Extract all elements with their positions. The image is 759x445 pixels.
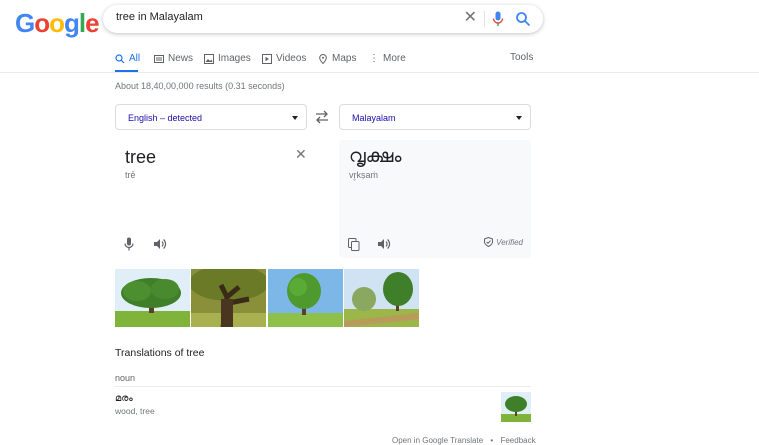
source-text-panel[interactable]: tree trē ✕ (115, 140, 307, 258)
verified-shield-icon (484, 237, 494, 247)
footer-links: Open in Google Translate • Feedback (392, 436, 536, 445)
target-language-label: Malayalam (352, 113, 396, 123)
logo-letter: g (64, 8, 80, 38)
tree-image (115, 269, 190, 327)
footer-separator: • (490, 436, 494, 445)
tools-button[interactable]: Tools (510, 52, 533, 63)
verified-badge[interactable]: Verified (484, 237, 523, 247)
tree-image (501, 392, 531, 422)
tab-images[interactable]: Images (204, 53, 251, 64)
tab-label: More (383, 53, 406, 64)
open-in-translate-link[interactable]: Open in Google Translate (392, 436, 483, 445)
tab-news[interactable]: News (154, 53, 193, 64)
logo-letter: G (15, 8, 35, 38)
tab-more[interactable]: ⋮ More (369, 53, 406, 64)
image-thumbnail[interactable] (344, 269, 419, 327)
news-icon (154, 54, 164, 63)
search-input[interactable]: tree in Malayalam (116, 11, 203, 23)
speaker-icon[interactable] (377, 238, 391, 250)
tab-label: Images (218, 53, 251, 64)
dropdown-arrow-icon (516, 116, 522, 120)
tree-image (344, 269, 419, 327)
search-divider (484, 11, 485, 27)
video-icon (262, 53, 272, 64)
mic-icon[interactable] (491, 11, 505, 27)
image-thumbnail[interactable] (268, 269, 343, 327)
logo-letter: o (34, 8, 50, 38)
translation-entry-thumbnail[interactable] (501, 392, 531, 422)
tab-label: Maps (332, 53, 357, 64)
tree-image (268, 269, 343, 327)
translations-title: Translations of tree (115, 347, 205, 359)
source-language-label: English – detected (128, 113, 203, 123)
clear-icon[interactable]: ✕ (464, 10, 477, 26)
header-divider (0, 72, 759, 73)
logo-letter: e (85, 8, 100, 38)
copy-icon[interactable] (348, 238, 360, 251)
tab-all[interactable]: All (115, 53, 140, 64)
tab-label: All (129, 53, 141, 64)
search-icon (115, 53, 125, 63)
tree-image (191, 269, 266, 327)
google-logo[interactable]: Google (15, 8, 100, 39)
target-text: വൃക്ഷം (349, 146, 402, 167)
mic-icon[interactable] (124, 237, 134, 251)
target-text-panel: വൃക്ഷം vr̥kṣaṁ Verified (339, 140, 531, 258)
more-vert-icon: ⋮ (369, 52, 379, 64)
feedback-link[interactable]: Feedback (500, 436, 535, 445)
source-language-select[interactable]: English – detected (115, 104, 307, 130)
image-icon (204, 53, 214, 64)
tab-label: Videos (276, 53, 307, 64)
translation-entry-word: മരം (115, 393, 133, 404)
result-stats: About 18,40,00,000 results (0.31 seconds… (115, 81, 285, 91)
tab-maps[interactable]: Maps (318, 53, 356, 64)
search-icon[interactable] (515, 11, 531, 27)
clear-source-icon[interactable]: ✕ (295, 146, 307, 163)
image-thumbnail[interactable] (115, 269, 190, 327)
swap-languages-icon[interactable] (314, 110, 330, 124)
dropdown-arrow-icon (292, 116, 298, 120)
translation-entry-synonyms: wood, tree (115, 406, 155, 416)
part-of-speech: noun (115, 373, 136, 383)
target-language-select[interactable]: Malayalam (339, 104, 531, 130)
map-pin-icon (319, 53, 327, 64)
source-transliteration: trē (125, 170, 136, 180)
translations-divider (115, 386, 531, 387)
tab-label: News (168, 53, 194, 64)
image-thumbnail[interactable] (191, 269, 266, 327)
tab-videos[interactable]: Videos (262, 53, 306, 64)
source-text[interactable]: tree (125, 147, 156, 168)
verified-label: Verified (496, 237, 523, 247)
speaker-icon[interactable] (153, 238, 167, 250)
search-box[interactable]: tree in Malayalam ✕ (103, 5, 543, 33)
target-transliteration: vr̥kṣaṁ (349, 170, 378, 180)
logo-letter: o (49, 8, 65, 38)
